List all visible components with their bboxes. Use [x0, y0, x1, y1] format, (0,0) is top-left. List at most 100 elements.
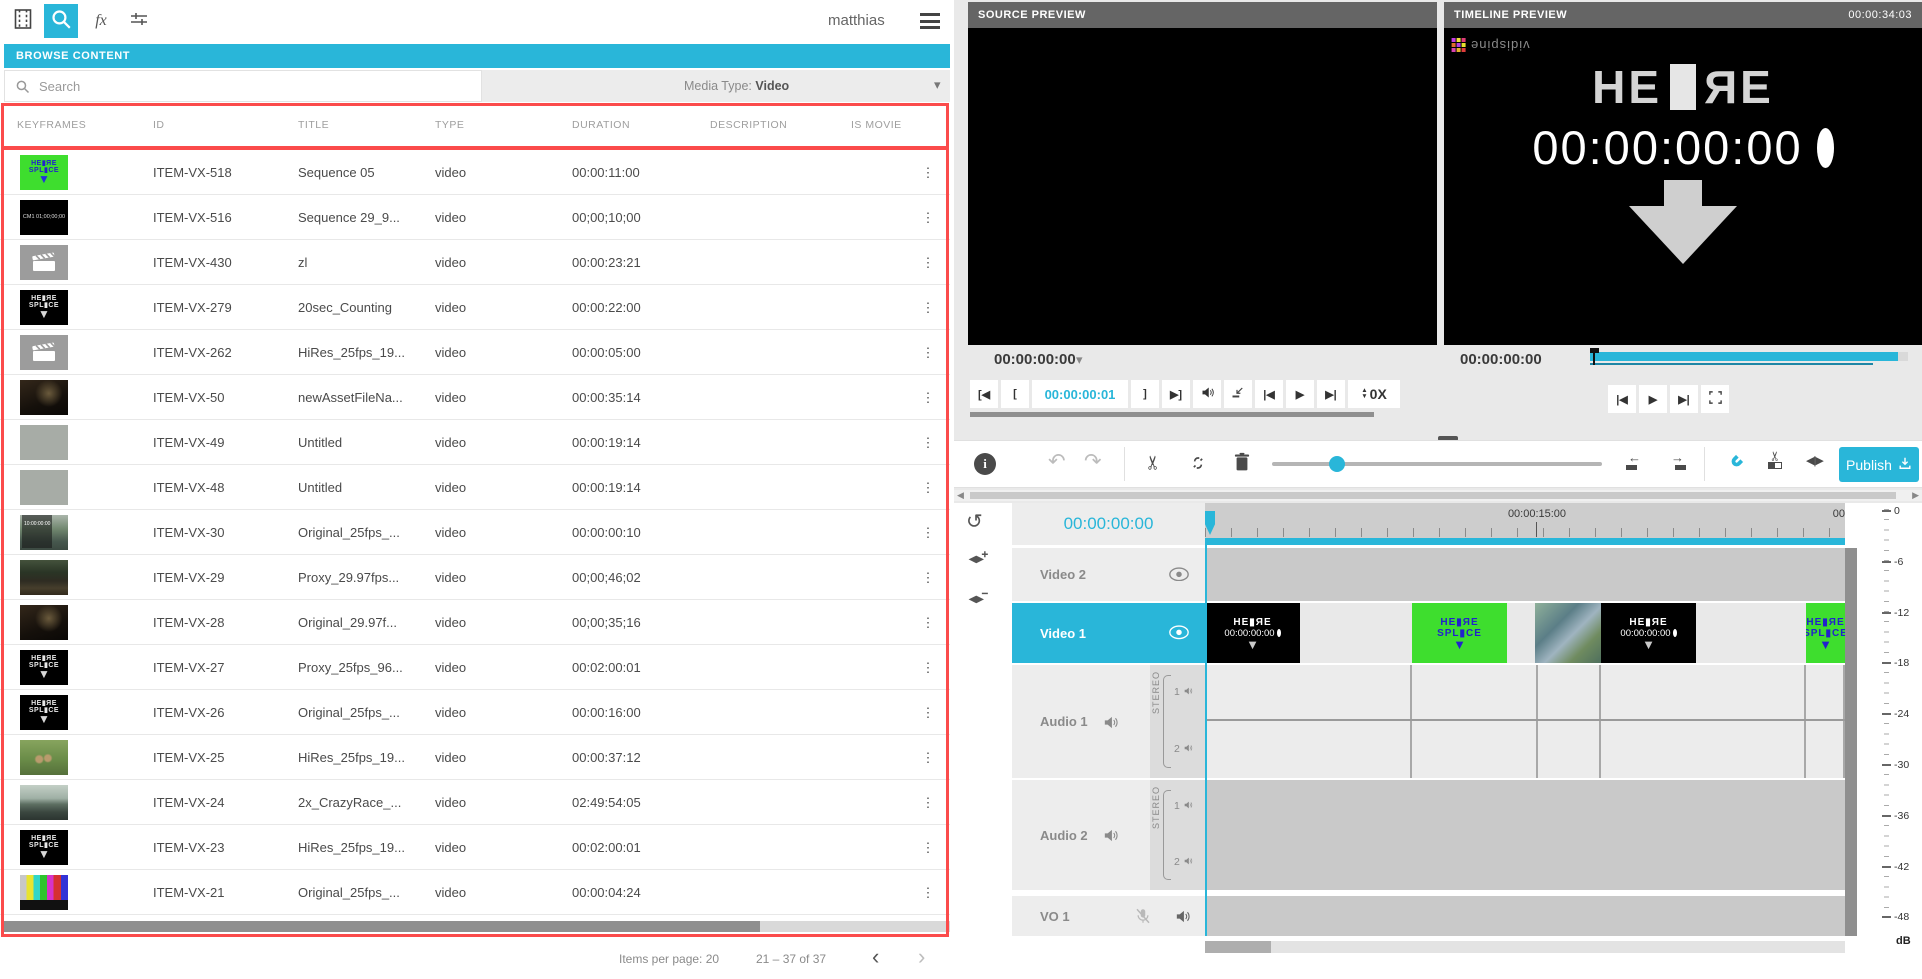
track-header-video1[interactable]: Video 1	[1012, 603, 1205, 663]
previous-page-button[interactable]: ‹	[872, 944, 879, 970]
speaker-icon[interactable]	[1174, 908, 1191, 924]
next-page-button[interactable]: ›	[918, 944, 925, 970]
slider-knob[interactable]	[1329, 456, 1345, 472]
delete-button[interactable]	[1232, 452, 1252, 477]
track-lane-video2[interactable]	[1205, 548, 1845, 601]
table-row[interactable]: HE▮ЯESPL▮CE▼ ITEM-VX-27 Proxy_25fps_96..…	[0, 645, 950, 690]
previous-frame-button[interactable]: |◀	[1255, 380, 1283, 408]
audio-clip-segment[interactable]	[1538, 721, 1601, 778]
audio-clip-segment[interactable]	[1412, 665, 1538, 719]
track-lane-video1[interactable]: HE▮ЯE00:00:00:00▼HE▮ЯESPL▮CE▼HE▮ЯE00:00:…	[1205, 603, 1845, 663]
track-header-vo1[interactable]: VO 1	[1012, 896, 1205, 936]
fit-timeline-button[interactable]: ◀|▶	[1806, 454, 1823, 467]
timeline-clip-splice[interactable]: HE▮ЯESPL▮CE▼	[1412, 603, 1507, 663]
row-menu-button[interactable]: ⋮	[918, 735, 938, 780]
timeline-preview-viewport[interactable]: vidispine HEЯE 00:00:00:00	[1444, 28, 1922, 345]
row-menu-button[interactable]: ⋮	[918, 375, 938, 420]
row-menu-button[interactable]: ⋮	[918, 690, 938, 735]
row-menu-button[interactable]: ⋮	[918, 645, 938, 690]
remove-track-button[interactable]	[966, 589, 990, 614]
channel-speaker-icon[interactable]	[1183, 686, 1193, 699]
table-row[interactable]: ITEM-VX-262 HiRes_25fps_19... video 00:0…	[0, 330, 950, 375]
column-description[interactable]: DESCRIPTION	[710, 104, 787, 146]
snap-button[interactable]	[1726, 452, 1746, 477]
row-menu-button[interactable]: ⋮	[918, 555, 938, 600]
media-panel-button[interactable]	[6, 4, 40, 38]
table-row[interactable]: ITEM-VX-430 zl video 00:00:23:21 ⋮	[0, 240, 950, 285]
source-scrollbar[interactable]	[970, 412, 1374, 417]
undo-button[interactable]: ↶	[1048, 449, 1066, 474]
current-timecode[interactable]: 00:00:00:00	[1012, 503, 1205, 545]
table-row[interactable]: ITEM-VX-21 Original_25fps_... video 00:0…	[0, 870, 950, 915]
track-lane-vo1[interactable]	[1205, 896, 1845, 936]
volume-button[interactable]	[1193, 380, 1221, 408]
chevron-down-icon[interactable]: ▾	[934, 70, 941, 102]
timeline-zoom-slider[interactable]	[1272, 462, 1602, 466]
track-lane-audio2[interactable]	[1205, 780, 1845, 890]
table-row[interactable]: HE▮ЯESPL▮CE▼ ITEM-VX-518 Sequence 05 vid…	[0, 150, 950, 195]
timeline-horizontal-scrollbar[interactable]: ◀ ▶	[954, 490, 1922, 501]
row-menu-button[interactable]: ⋮	[918, 420, 938, 465]
menu-button[interactable]	[920, 13, 940, 29]
table-row[interactable]: ITEM-VX-48 Untitled video 00:00:19:14 ⋮	[0, 465, 950, 510]
audio-clip-segment[interactable]	[1205, 721, 1412, 778]
timeline-bottom-scrollbar[interactable]	[1205, 941, 1845, 953]
audio-clip-segment[interactable]	[1538, 665, 1601, 719]
row-menu-button[interactable]: ⋮	[918, 465, 938, 510]
track-header-audio1[interactable]: Audio 1	[1012, 665, 1150, 778]
table-row[interactable]: ITEM-VX-24 2x_CrazyRace_... video 02:49:…	[0, 780, 950, 825]
table-row[interactable]: HE▮ЯESPL▮CE▼ ITEM-VX-279 20sec_Counting …	[0, 285, 950, 330]
channel-speaker-icon[interactable]	[1183, 856, 1193, 869]
mark-out-button[interactable]: ]	[1131, 380, 1159, 408]
table-row[interactable]: 10:00:00:00 ITEM-VX-30 Original_25fps_..…	[0, 510, 950, 555]
timeline-seek-bar[interactable]	[1590, 352, 1908, 361]
playback-speed-control[interactable]: ▲▼ 0X	[1348, 380, 1400, 408]
publish-button[interactable]: Publish	[1839, 447, 1919, 482]
play-button[interactable]: ▶	[1286, 380, 1314, 408]
audio-clip-segment[interactable]	[1601, 721, 1806, 778]
visibility-toggle[interactable]	[1168, 625, 1190, 641]
audio-clip-segment[interactable]	[1412, 721, 1538, 778]
speaker-icon[interactable]	[1102, 827, 1119, 843]
table-row[interactable]: HE▮ЯESPL▮CE▼ ITEM-VX-26 Original_25fps_.…	[0, 690, 950, 735]
chevron-down-icon[interactable]: ▾	[1076, 352, 1083, 368]
track-header-audio2[interactable]: Audio 2	[1012, 780, 1150, 890]
razor-button[interactable]: ✂	[1768, 450, 1782, 469]
channel-speaker-icon[interactable]	[1183, 743, 1193, 756]
next-frame-button[interactable]: ▶|	[1317, 380, 1345, 408]
table-row[interactable]: CM1 01;00;00;00 ITEM-VX-516 Sequence 29_…	[0, 195, 950, 240]
channel-speaker-icon[interactable]	[1183, 800, 1193, 813]
row-menu-button[interactable]: ⋮	[918, 285, 938, 330]
timeline-ruler[interactable]: 00:00:15:00 00	[1205, 503, 1845, 545]
table-row[interactable]: ITEM-VX-28 Original_29.97f... video 00;0…	[0, 600, 950, 645]
audio-clip-segment[interactable]	[1205, 665, 1412, 719]
visibility-toggle[interactable]	[1168, 567, 1190, 583]
search-tab-button[interactable]	[44, 4, 78, 38]
reset-zoom-button[interactable]: ↺	[966, 509, 983, 534]
table-row[interactable]: ITEM-VX-29 Proxy_29.97fps... video 00;00…	[0, 555, 950, 600]
source-preview-viewport[interactable]	[968, 28, 1437, 345]
table-row[interactable]: ITEM-VX-49 Untitled video 00:00:19:14 ⋮	[0, 420, 950, 465]
items-per-page[interactable]: Items per page: 20	[619, 952, 719, 966]
track-lane-audio1[interactable]	[1205, 665, 1845, 778]
insert-to-timeline-button[interactable]	[1224, 380, 1252, 408]
next-frame-button[interactable]: ▶|	[1670, 385, 1698, 413]
scroll-right-arrow[interactable]: ▶	[1912, 490, 1919, 501]
goto-out-button[interactable]: ▶]	[1162, 380, 1190, 408]
timeline-vertical-scrollbar[interactable]	[1845, 548, 1857, 936]
source-frame-timecode[interactable]: 00:00:00:01	[1032, 380, 1128, 408]
column-duration[interactable]: DURATION	[572, 104, 630, 146]
row-menu-button[interactable]: ⋮	[918, 780, 938, 825]
timeline-clip-countdown[interactable]: HE▮ЯE00:00:00:00▼	[1601, 603, 1696, 663]
row-menu-button[interactable]: ⋮	[918, 150, 938, 195]
mark-in-button[interactable]: [	[1001, 380, 1029, 408]
audio-clip-segment[interactable]	[1601, 665, 1806, 719]
table-row[interactable]: HE▮ЯESPL▮CE▼ ITEM-VX-23 HiRes_25fps_19..…	[0, 825, 950, 870]
previous-frame-button[interactable]: |◀	[1608, 385, 1636, 413]
row-menu-button[interactable]: ⋮	[918, 510, 938, 555]
row-menu-button[interactable]: ⋮	[918, 195, 938, 240]
seek-playhead[interactable]	[1590, 348, 1599, 353]
row-menu-button[interactable]: ⋮	[918, 330, 938, 375]
audio-clip-segment[interactable]	[1806, 665, 1845, 719]
scroll-left-arrow[interactable]: ◀	[957, 490, 964, 501]
